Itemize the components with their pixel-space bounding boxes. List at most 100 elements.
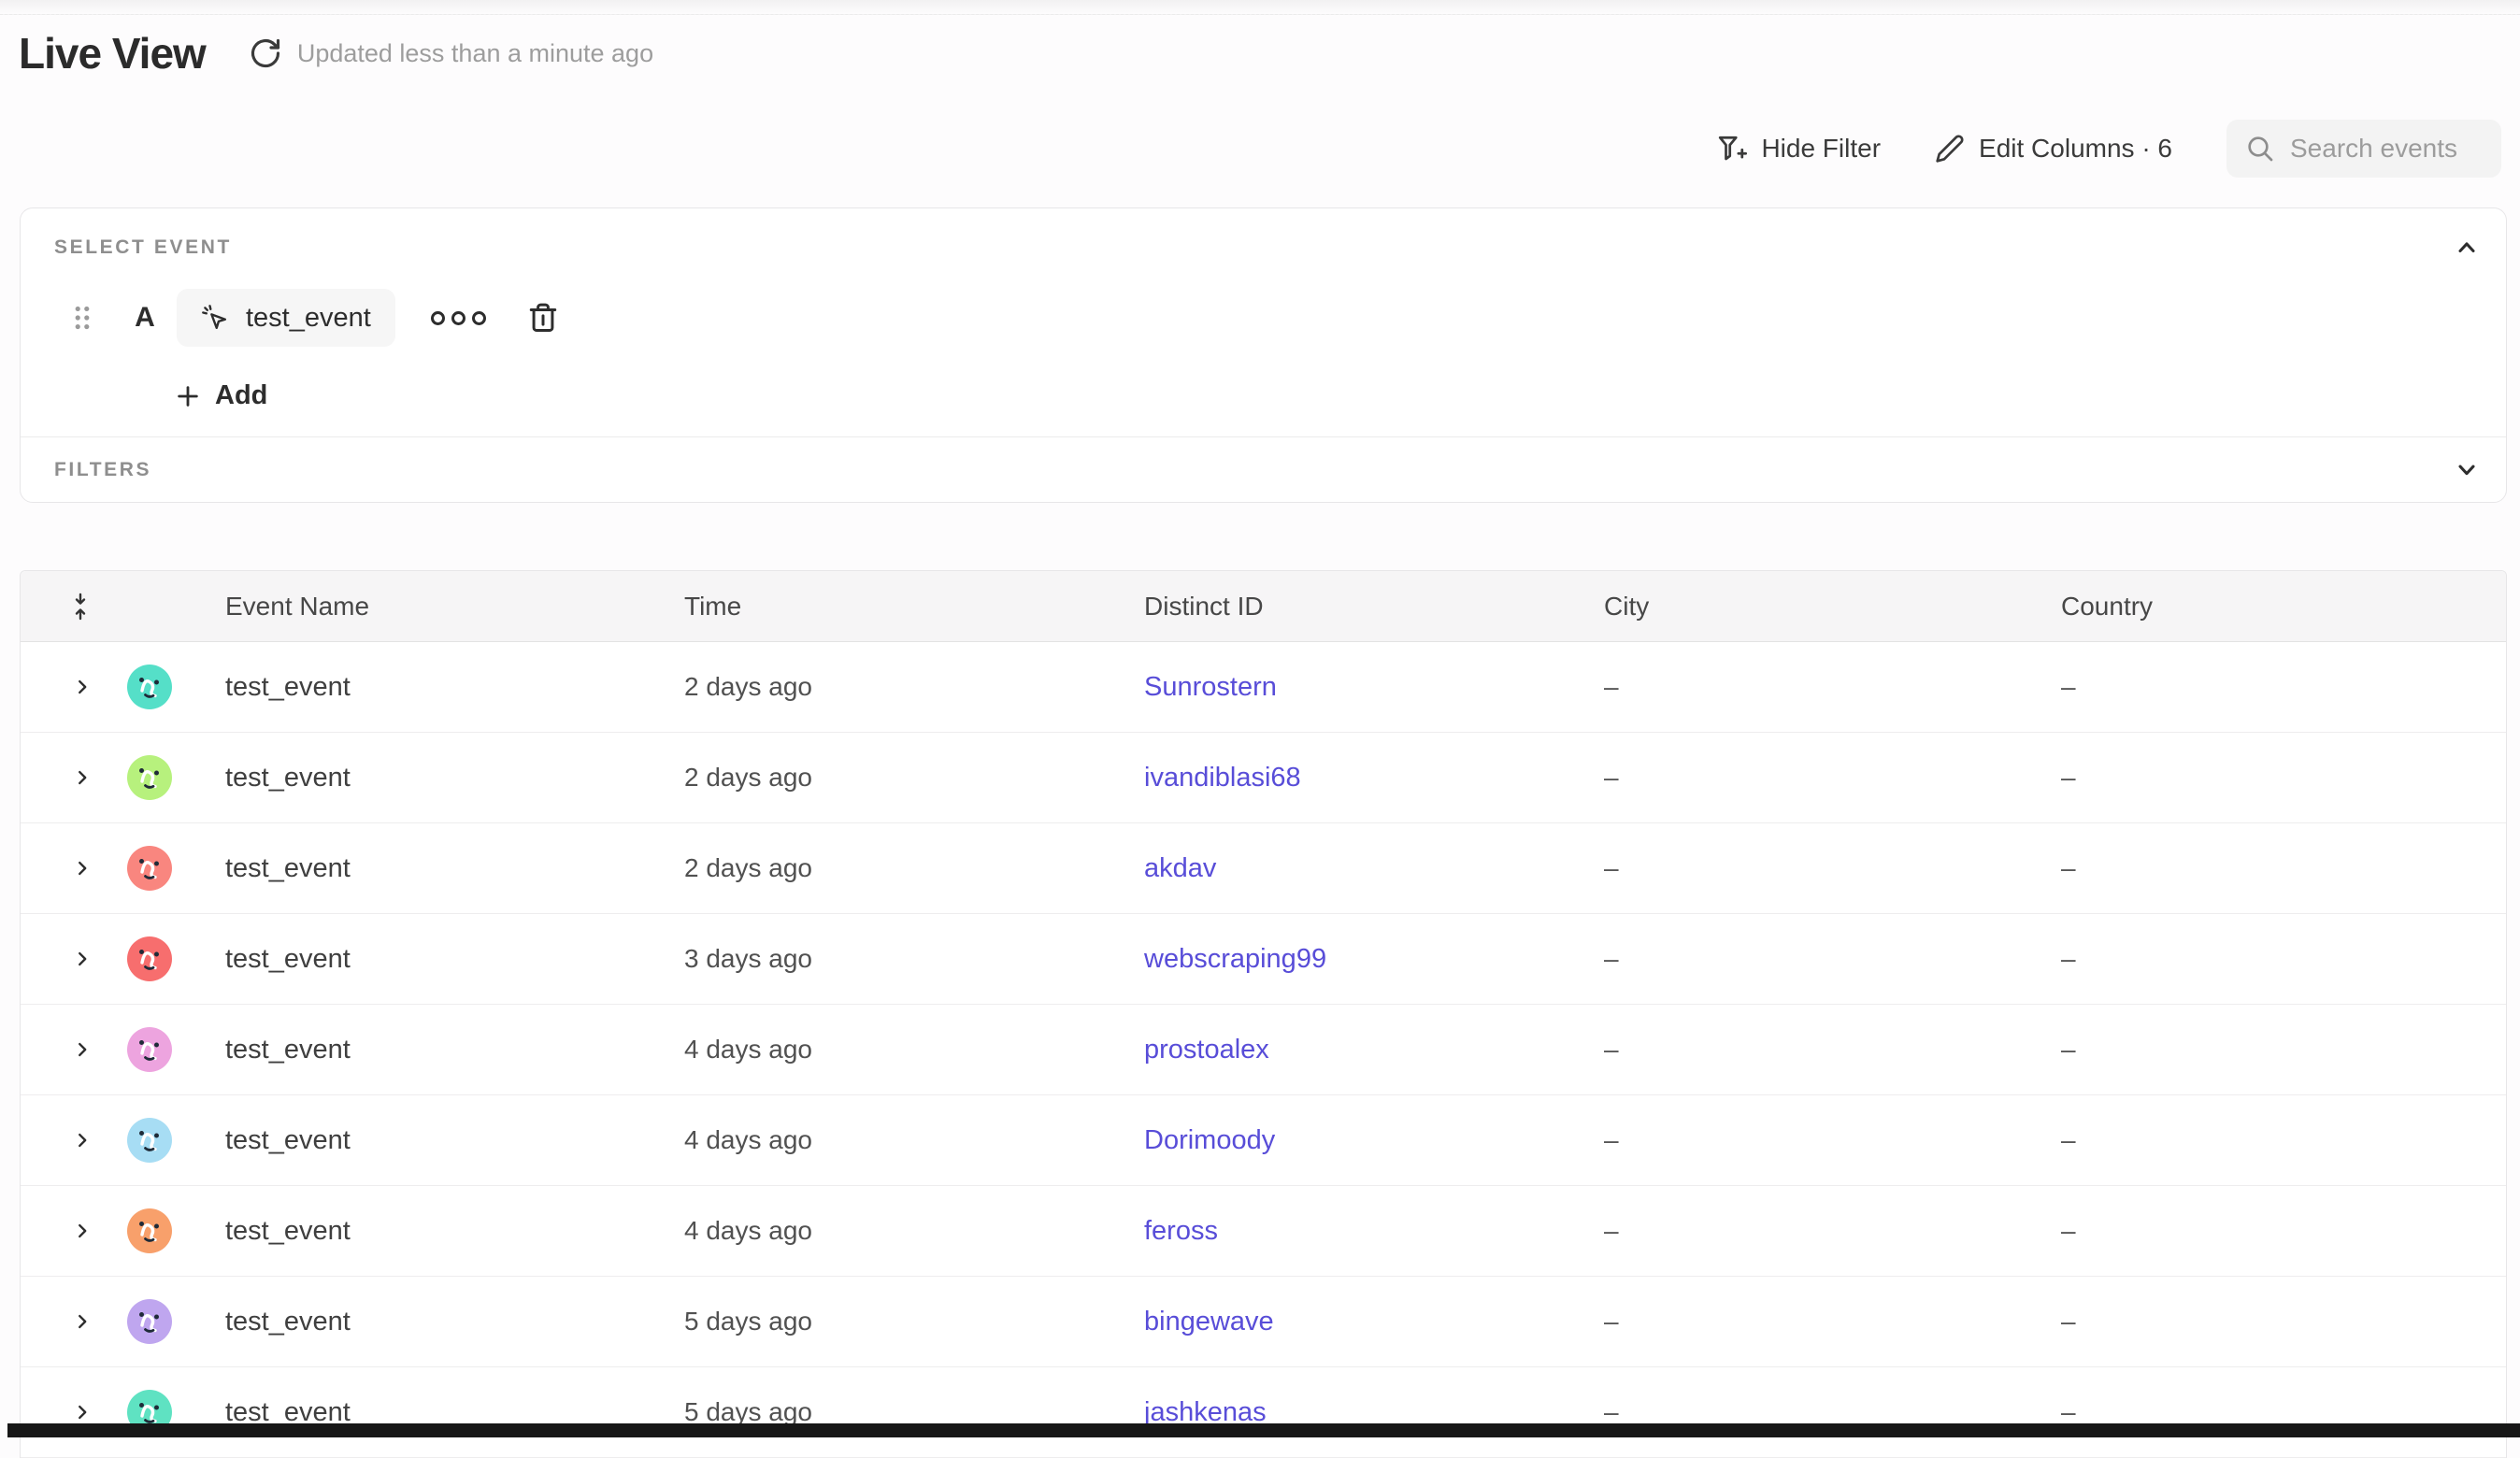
user-avatar — [127, 1208, 172, 1253]
hide-filter-label: Hide Filter — [1761, 134, 1881, 164]
distinct-id-link[interactable]: akdav — [1144, 853, 1216, 883]
cell-country: – — [2061, 1216, 2506, 1246]
cell-time: 2 days ago — [684, 672, 1144, 702]
row-expander[interactable] — [21, 1309, 105, 1334]
cell-city: – — [1604, 1216, 2061, 1246]
cell-time: 2 days ago — [684, 763, 1144, 793]
user-avatar — [127, 1299, 172, 1344]
collapse-vertical-icon — [69, 591, 92, 622]
cell-country: – — [2061, 763, 2506, 793]
distinct-id-link[interactable]: webscraping99 — [1144, 944, 1326, 974]
column-header-time[interactable]: Time — [684, 592, 1144, 622]
cell-country: – — [2061, 853, 2506, 883]
chevron-right-icon — [72, 1400, 93, 1424]
cell-event-name: test_event — [193, 763, 684, 793]
cell-event-name: test_event — [193, 944, 684, 975]
refresh-icon — [249, 36, 282, 70]
table-row[interactable]: test_event 5 days ago bingewave – – — [21, 1277, 2506, 1367]
bottom-edge-bar — [7, 1423, 2520, 1437]
cell-city: – — [1604, 763, 2061, 793]
cell-country: – — [2061, 1307, 2506, 1336]
edit-columns-label: Edit Columns · 6 — [1979, 134, 2172, 164]
column-header-event-name[interactable]: Event Name — [193, 592, 684, 622]
table-body: test_event 2 days ago Sunrostern – – tes… — [21, 642, 2506, 1458]
cell-city: – — [1604, 672, 2061, 702]
trash-icon — [527, 301, 559, 335]
selected-event-name: test_event — [246, 303, 371, 334]
search-events-input[interactable] — [2290, 134, 2477, 164]
search-icon — [2245, 134, 2275, 164]
refresh-button[interactable] — [247, 35, 284, 72]
row-expander[interactable] — [21, 675, 105, 699]
event-selector-chip[interactable]: test_event — [177, 289, 395, 347]
cell-time: 4 days ago — [684, 1216, 1144, 1246]
query-builder-panel: SELECT EVENT A — [20, 207, 2507, 503]
filter-plus-icon — [1715, 133, 1747, 164]
cell-city: – — [1604, 944, 2061, 974]
chevron-up-icon — [2454, 235, 2480, 261]
cell-country: – — [2061, 1035, 2506, 1065]
table-row[interactable]: test_event 2 days ago ivandiblasi68 – – — [21, 733, 2506, 823]
distinct-id-link[interactable]: Sunrostern — [1144, 672, 1277, 702]
event-overflow-menu-button[interactable] — [425, 306, 492, 331]
row-expander[interactable] — [21, 1037, 105, 1062]
distinct-id-link[interactable]: prostoalex — [1144, 1035, 1269, 1065]
row-expander[interactable] — [21, 947, 105, 971]
event-query-row: A test_event — [54, 289, 2482, 347]
distinct-id-link[interactable]: jashkenas — [1144, 1397, 1267, 1427]
select-event-label: SELECT EVENT — [54, 236, 2482, 259]
collapse-select-event-button[interactable] — [2452, 233, 2482, 263]
hide-filter-button[interactable]: Hide Filter — [1715, 133, 1881, 164]
cell-time: 4 days ago — [684, 1125, 1144, 1155]
delete-event-button[interactable] — [527, 301, 559, 335]
chevron-right-icon — [72, 1309, 93, 1334]
page-title: Live View — [19, 28, 206, 79]
distinct-id-link[interactable]: Dorimoody — [1144, 1125, 1275, 1155]
select-event-section: SELECT EVENT A — [21, 208, 2506, 436]
cell-event-name: test_event — [193, 1216, 684, 1247]
cell-event-name: test_event — [193, 1307, 684, 1337]
distinct-id-link[interactable]: feross — [1144, 1216, 1218, 1246]
add-event-button[interactable]: Add — [175, 380, 267, 411]
cell-time: 4 days ago — [684, 1035, 1144, 1065]
table-row[interactable]: test_event 4 days ago Dorimoody – – — [21, 1095, 2506, 1186]
chevron-right-icon — [72, 1219, 93, 1243]
updated-status-text: Updated less than a minute ago — [297, 39, 653, 68]
drag-handle-icon[interactable] — [72, 304, 93, 332]
table-row[interactable]: test_event 4 days ago feross – – — [21, 1186, 2506, 1277]
table-row[interactable]: test_event 2 days ago akdav – – — [21, 823, 2506, 914]
row-expander[interactable] — [21, 1128, 105, 1152]
search-events-box[interactable] — [2226, 120, 2501, 178]
row-expander[interactable] — [21, 856, 105, 880]
user-avatar — [127, 846, 172, 891]
cell-event-name: test_event — [193, 672, 684, 703]
row-expander[interactable] — [21, 1219, 105, 1243]
distinct-id-link[interactable]: bingewave — [1144, 1307, 1274, 1336]
column-header-distinct-id[interactable]: Distinct ID — [1144, 592, 1604, 622]
table-header-row: Event Name Time Distinct ID City Country — [21, 571, 2506, 642]
table-row[interactable]: test_event 2 days ago Sunrostern – – — [21, 642, 2506, 733]
chevron-right-icon — [72, 765, 93, 790]
column-header-country[interactable]: Country — [2061, 592, 2506, 622]
column-header-city[interactable]: City — [1604, 592, 2061, 622]
cell-city: – — [1604, 1307, 2061, 1336]
page-header: Live View Updated less than a minute ago — [19, 28, 653, 79]
cell-event-name: test_event — [193, 853, 684, 884]
expand-filters-button[interactable] — [2452, 454, 2482, 484]
user-avatar — [127, 1027, 172, 1072]
cell-city: – — [1604, 853, 2061, 883]
distinct-id-link[interactable]: ivandiblasi68 — [1144, 763, 1301, 793]
table-row[interactable]: test_event 5 days ago jashkenas – – — [21, 1367, 2506, 1458]
table-row[interactable]: test_event 3 days ago webscraping99 – – — [21, 914, 2506, 1005]
user-avatar — [127, 936, 172, 981]
collapse-rows-button[interactable] — [21, 591, 105, 622]
edit-columns-button[interactable]: Edit Columns · 6 — [1935, 134, 2172, 164]
cell-time: 3 days ago — [684, 944, 1144, 974]
filters-label: FILTERS — [54, 459, 151, 481]
table-row[interactable]: test_event 4 days ago prostoalex – – — [21, 1005, 2506, 1095]
cell-city: – — [1604, 1125, 2061, 1155]
cell-time: 5 days ago — [684, 1307, 1144, 1336]
row-expander[interactable] — [21, 1400, 105, 1424]
row-expander[interactable] — [21, 765, 105, 790]
pencil-icon — [1935, 134, 1965, 164]
